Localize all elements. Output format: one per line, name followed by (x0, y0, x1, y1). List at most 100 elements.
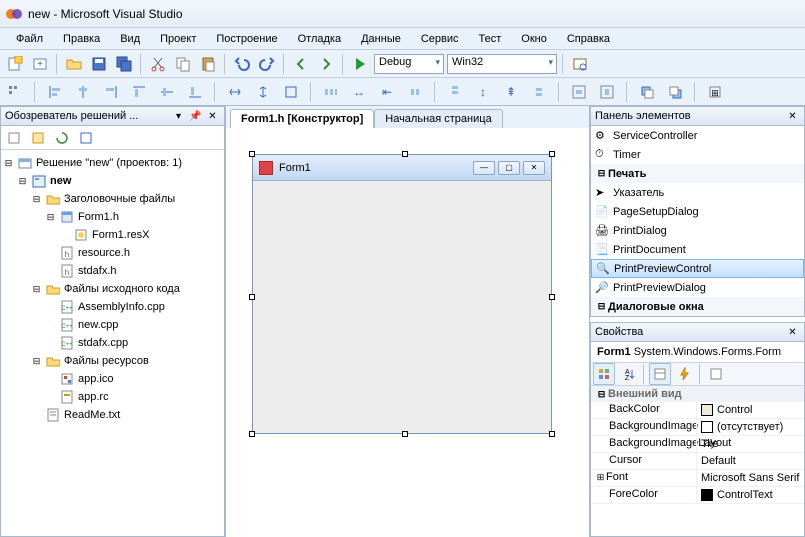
bring-front-button[interactable] (636, 81, 658, 103)
hspace-remove-button[interactable] (404, 81, 426, 103)
designed-form[interactable]: Form1 — ▢ ✕ (252, 154, 552, 434)
menu-tools[interactable]: Сервис (413, 30, 467, 48)
same-width-button[interactable] (224, 81, 246, 103)
align-middle-button[interactable] (156, 81, 178, 103)
property-pages-button[interactable] (705, 363, 727, 385)
undo-button[interactable] (231, 53, 253, 75)
prop-row-forecolor[interactable]: ForeColorControlText (591, 487, 804, 504)
toolbox-item-pointer[interactable]: ➤Указатель (591, 183, 804, 202)
align-left-button[interactable] (44, 81, 66, 103)
vspace-inc-button[interactable]: ↕ (472, 81, 494, 103)
align-center-button[interactable] (72, 81, 94, 103)
close-icon[interactable]: ✕ (205, 109, 220, 124)
source-folder[interactable]: ⊟Файлы исходного кода (3, 280, 222, 298)
tab-start-page[interactable]: Начальная страница (374, 109, 502, 128)
events-button[interactable] (673, 363, 695, 385)
toolbox-list[interactable]: ⚙ServiceController ⏱Timer ⊟Печать ➤Указа… (590, 126, 805, 317)
align-right-button[interactable] (100, 81, 122, 103)
designer-surface[interactable]: Form1 — ▢ ✕ (226, 128, 589, 537)
prop-row-backcolor[interactable]: BackColorControl (591, 402, 804, 419)
menu-build[interactable]: Построение (208, 30, 285, 48)
center-h-button[interactable] (568, 81, 590, 103)
assembly-cpp-node[interactable]: C++AssemblyInfo.cpp (3, 298, 222, 316)
same-height-button[interactable] (252, 81, 274, 103)
resource-h-node[interactable]: hresource.h (3, 244, 222, 262)
hspace-dec-button[interactable]: ⇤ (376, 81, 398, 103)
new-project-button[interactable] (4, 53, 26, 75)
new-cpp-node[interactable]: C++new.cpp (3, 316, 222, 334)
solution-node[interactable]: ⊟Решение "new" (проектов: 1) (3, 154, 222, 172)
toolbox-item-printdocument[interactable]: 📃PrintDocument (591, 240, 804, 259)
prop-row-bgimage[interactable]: BackgroundImage(отсутствует) (591, 419, 804, 436)
menu-project[interactable]: Проект (152, 30, 204, 48)
toolbox-item-timer[interactable]: ⏱Timer (591, 145, 804, 164)
copy-button[interactable] (172, 53, 194, 75)
add-item-button[interactable]: + (29, 53, 51, 75)
pin-icon[interactable]: 📌 (188, 109, 203, 124)
paste-button[interactable] (197, 53, 219, 75)
solution-tree[interactable]: ⊟Решение "new" (проектов: 1) ⊟new ⊟Загол… (1, 150, 224, 428)
open-button[interactable] (63, 53, 85, 75)
alphabetical-button[interactable]: AZ (617, 363, 639, 385)
send-back-button[interactable] (664, 81, 686, 103)
nav-fwd-button[interactable] (315, 53, 337, 75)
headers-folder[interactable]: ⊟Заголовочные файлы (3, 190, 222, 208)
nav-back-button[interactable] (290, 53, 312, 75)
config-combo[interactable]: Debug (374, 54, 444, 74)
vspace-dec-button[interactable]: ⇞ (500, 81, 522, 103)
properties-button[interactable] (3, 127, 25, 149)
properties-object-selector[interactable]: Form1 System.Windows.Forms.Form (590, 342, 805, 362)
prop-row-bglayout[interactable]: BackgroundImageLayoutTile (591, 436, 804, 453)
toolbox-item-printpreviewcontrol[interactable]: 🔍PrintPreviewControl (591, 259, 804, 278)
form-h-node[interactable]: ⊟Form1.h (3, 208, 222, 226)
property-grid[interactable]: ⊟Внешний вид BackColorControl Background… (590, 386, 805, 537)
toolbox-category-dialogs[interactable]: ⊟Диалоговые окна (591, 297, 804, 316)
menu-debug[interactable]: Отладка (290, 30, 349, 48)
toolbox-item-printpreviewdialog[interactable]: 🔎PrintPreviewDialog (591, 278, 804, 297)
tab-order-button[interactable]: ⊞ (704, 81, 726, 103)
menu-file[interactable]: Файл (8, 30, 51, 48)
redo-button[interactable] (256, 53, 278, 75)
prop-row-font[interactable]: ⊞FontMicrosoft Sans Serif (591, 470, 804, 487)
app-ico-node[interactable]: app.ico (3, 370, 222, 388)
close-icon[interactable]: ✕ (785, 325, 800, 340)
menu-window[interactable]: Окно (513, 30, 555, 48)
project-node[interactable]: ⊟new (3, 172, 222, 190)
menu-help[interactable]: Справка (559, 30, 618, 48)
properties-button[interactable] (649, 363, 671, 385)
resources-folder[interactable]: ⊟Файлы ресурсов (3, 352, 222, 370)
hspace-equal-button[interactable] (320, 81, 342, 103)
tab-form-designer[interactable]: Form1.h [Конструктор] (230, 109, 374, 128)
prop-row-cursor[interactable]: CursorDefault (591, 453, 804, 470)
menu-data[interactable]: Данные (353, 30, 409, 48)
menu-test[interactable]: Тест (471, 30, 510, 48)
start-debug-button[interactable] (349, 53, 371, 75)
refresh-button[interactable] (51, 127, 73, 149)
menu-edit[interactable]: Правка (55, 30, 108, 48)
center-v-button[interactable] (596, 81, 618, 103)
dropdown-icon[interactable]: ▾ (171, 109, 186, 124)
view-code-button[interactable] (75, 127, 97, 149)
same-size-button[interactable] (280, 81, 302, 103)
stdafx-cpp-node[interactable]: C++stdafx.cpp (3, 334, 222, 352)
readme-node[interactable]: ReadMe.txt (3, 406, 222, 424)
platform-combo[interactable]: Win32 (447, 54, 557, 74)
align-bottom-button[interactable] (184, 81, 206, 103)
hspace-inc-button[interactable]: ↔ (348, 81, 370, 103)
toolbox-item-pagesetupdialog[interactable]: 📄PageSetupDialog (591, 202, 804, 221)
toolbox-category-print[interactable]: ⊟Печать (591, 164, 804, 183)
find-button[interactable] (569, 53, 591, 75)
toolbox-item-servicecontroller[interactable]: ⚙ServiceController (591, 126, 804, 145)
menu-view[interactable]: Вид (112, 30, 148, 48)
form-resx-node[interactable]: Form1.resX (3, 226, 222, 244)
categorized-button[interactable] (593, 363, 615, 385)
toolbox-item-printdialog[interactable]: 🖨PrintDialog (591, 221, 804, 240)
save-all-button[interactable] (113, 53, 135, 75)
stdafx-h-node[interactable]: hstdafx.h (3, 262, 222, 280)
close-icon[interactable]: ✕ (785, 109, 800, 124)
cut-button[interactable] (147, 53, 169, 75)
align-top-button[interactable] (128, 81, 150, 103)
prop-category-appearance[interactable]: ⊟Внешний вид (591, 386, 804, 402)
save-button[interactable] (88, 53, 110, 75)
align-grid-button[interactable] (4, 81, 26, 103)
